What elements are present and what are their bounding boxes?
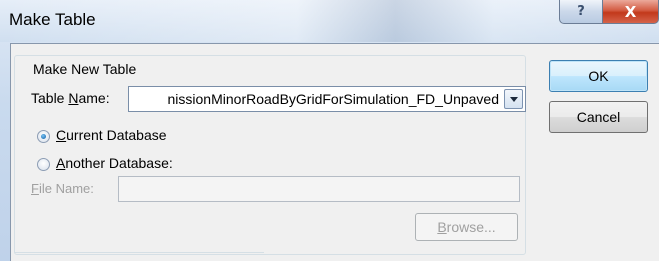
title-bar[interactable]: Make Table ? X [0, 0, 659, 42]
ok-button[interactable]: OK [549, 60, 648, 92]
table-name-combobox[interactable]: nissionMinorRoadByGridForSimulation_FD_U… [128, 86, 526, 112]
browse-button[interactable]: Browse... [415, 213, 518, 241]
file-name-label: File Name: [31, 181, 94, 196]
current-database-label[interactable]: Current Database [56, 127, 167, 143]
close-button[interactable]: X [602, 0, 659, 24]
table-name-value[interactable]: nissionMinorRoadByGridForSimulation_FD_U… [168, 91, 499, 107]
help-icon: ? [577, 4, 585, 19]
dropdown-button[interactable] [504, 89, 523, 109]
dialog-title: Make Table [9, 10, 96, 29]
cancel-button[interactable]: Cancel [549, 101, 648, 133]
chevron-down-icon [509, 96, 518, 102]
current-database-radio[interactable] [37, 130, 50, 143]
close-icon: X [624, 2, 637, 21]
another-database-radio[interactable] [37, 158, 50, 171]
make-table-dialog: Make Table ? X Make New Table Table Name… [0, 0, 659, 261]
file-name-field[interactable] [118, 176, 520, 202]
divider [14, 252, 264, 253]
group-label: Make New Table [31, 61, 139, 77]
help-button[interactable]: ? [559, 0, 603, 24]
table-name-label: Table Name: [31, 90, 110, 106]
another-database-label[interactable]: Another Database: [56, 155, 173, 171]
